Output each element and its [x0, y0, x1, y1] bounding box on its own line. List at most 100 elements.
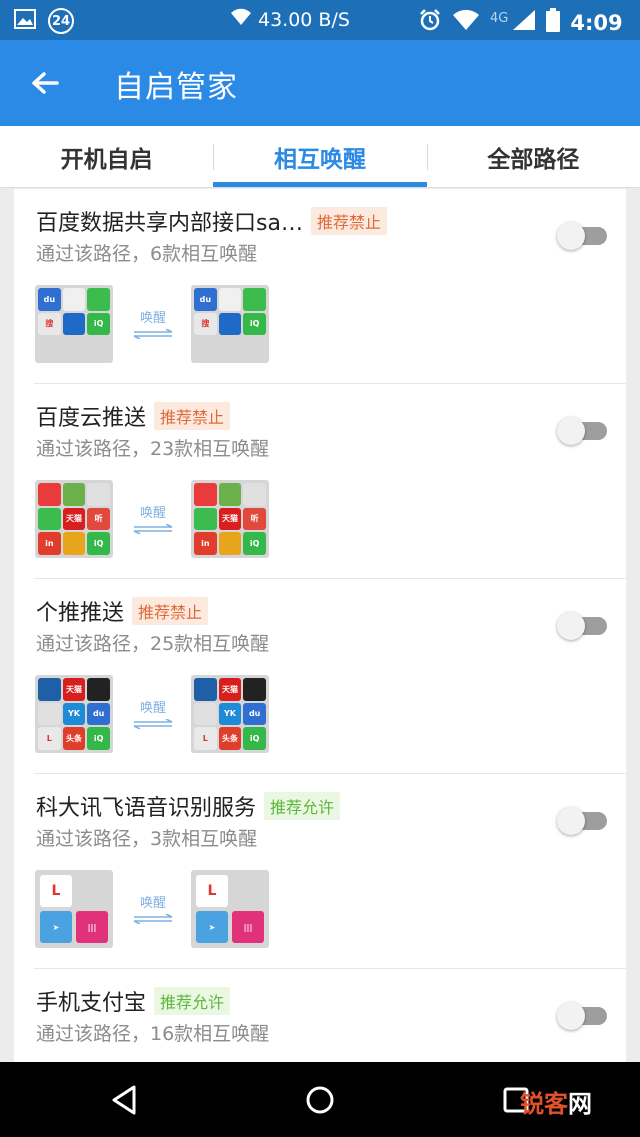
app-icon: YK [218, 702, 242, 726]
app-icon [38, 702, 61, 726]
recommend-badge: 推荐允许 [264, 792, 341, 820]
item-subtitle: 通过该路径，3款相互唤醒 [36, 828, 258, 850]
toggle-switch[interactable] [557, 222, 609, 250]
wakeup-path-list: 百度数据共享内部接口sa… 推荐禁止 通过该路径，6款相互唤醒 du 搜 iQ … [14, 189, 626, 1062]
app-icon [232, 875, 264, 907]
app-icon: du [87, 702, 110, 726]
arrow-left-icon [32, 72, 59, 94]
list-item: 百度云推送 推荐禁止 通过该路径，23款相互唤醒 天猫 听 in iQ 唤醒 天… [14, 384, 626, 579]
toggle-switch[interactable] [557, 807, 609, 835]
recommend-badge: 推荐允许 [154, 987, 231, 1015]
app-icon: in [38, 532, 61, 555]
back-button[interactable] [22, 60, 68, 106]
app-icon: ➤ [196, 911, 228, 943]
page-title: 自启管家 [114, 70, 238, 105]
triangle-back-icon [112, 1085, 136, 1115]
app-icon [87, 483, 110, 506]
app-icon: 搜 [194, 312, 217, 336]
item-subtitle: 通过该路径，6款相互唤醒 [36, 243, 258, 265]
app-icon [76, 875, 108, 907]
app-icon [243, 288, 266, 311]
network-type-label: 4G [490, 11, 509, 26]
list-item: 科大讯飞语音识别服务 推荐允许 通过该路径，3款相互唤醒 L ➤ ||| 唤醒 … [14, 774, 626, 969]
wifi-icon [452, 9, 480, 36]
battery-icon [546, 8, 561, 37]
app-icon: 听 [87, 507, 110, 531]
notification-count-badge: 24 [48, 8, 74, 34]
app-icon: 天猫 [218, 678, 242, 701]
app-icon: ➤ [40, 911, 72, 943]
tab-divider [213, 144, 214, 170]
app-icon-group: du 搜 iQ [35, 285, 113, 363]
app-icon [87, 678, 110, 701]
app-icon: L [194, 727, 217, 750]
app-icon [218, 288, 242, 311]
signal-icon [512, 9, 536, 36]
status-bar: 24 43.00 B/S 4G 4:09 [0, 0, 640, 40]
app-icon: 头条 [62, 727, 86, 750]
app-icon: 天猫 [62, 678, 86, 701]
app-icon-group: 天猫 听 in iQ [191, 480, 269, 558]
app-icon-group: L ➤ ||| [35, 870, 113, 948]
app-icon: du [38, 288, 61, 311]
app-icon: iQ [87, 727, 110, 750]
list-item: 个推推送 推荐禁止 通过该路径，25款相互唤醒 天猫 YK du L 头条 iQ… [14, 579, 626, 774]
app-icon: iQ [243, 532, 266, 555]
app-icon: YK [62, 702, 86, 726]
nav-home-button[interactable] [300, 1080, 340, 1120]
item-subtitle: 通过该路径，25款相互唤醒 [36, 633, 270, 655]
toggle-switch[interactable] [557, 417, 609, 445]
app-icon: iQ [87, 532, 110, 555]
app-icon: L [196, 875, 228, 907]
app-icon: L [38, 727, 61, 750]
app-icon: du [243, 702, 266, 726]
app-icon [62, 532, 86, 555]
tab-divider [427, 144, 428, 170]
app-icon: 听 [243, 507, 266, 531]
app-icon: L [40, 875, 72, 907]
app-icon [194, 507, 217, 531]
watermark-logo: 锐客网 [520, 1090, 592, 1118]
app-icon [62, 483, 86, 506]
app-icon-group: 天猫 YK du L 头条 iQ [35, 675, 113, 753]
app-icon [62, 312, 86, 336]
wake-label: 唤醒 [139, 896, 166, 911]
app-icon: 搜 [38, 312, 61, 336]
toggle-switch[interactable] [557, 612, 609, 640]
app-icon-group: du 搜 iQ [191, 285, 269, 363]
app-icon [218, 483, 242, 506]
wake-label: 唤醒 [139, 701, 166, 716]
bidirectional-arrow-icon [133, 719, 173, 729]
app-icon [243, 678, 266, 701]
app-icon: iQ [87, 312, 110, 336]
app-icon [243, 483, 266, 506]
wifi-small-icon [230, 8, 252, 31]
wake-label: 唤醒 [139, 311, 166, 326]
clock: 4:09 [570, 10, 623, 35]
app-icon [62, 288, 86, 311]
app-icon: iQ [243, 312, 266, 336]
app-icon: ||| [76, 911, 108, 943]
app-icon: 头条 [218, 727, 242, 750]
bidirectional-arrow-icon [133, 329, 173, 339]
tab-boot-autostart[interactable]: 开机自启 [0, 126, 213, 187]
app-icon: du [194, 288, 217, 311]
bidirectional-arrow-icon [133, 914, 173, 924]
app-icon: in [194, 532, 217, 555]
app-icon [194, 702, 217, 726]
list-item: 手机支付宝 推荐允许 通过该路径，16款相互唤醒 [14, 969, 626, 1062]
toggle-switch[interactable] [557, 1002, 609, 1030]
item-title: 手机支付宝 [36, 991, 147, 1016]
tab-mutual-wakeup[interactable]: 相互唤醒 [213, 126, 427, 187]
tab-all-paths[interactable]: 全部路径 [427, 126, 640, 187]
recommend-badge: 推荐禁止 [310, 207, 387, 235]
item-subtitle: 通过该路径，23款相互唤醒 [36, 438, 270, 460]
app-icon [218, 312, 242, 336]
item-title: 个推推送 [36, 601, 125, 626]
nav-back-button[interactable] [104, 1080, 144, 1120]
item-title: 百度云推送 [36, 406, 147, 431]
item-subtitle: 通过该路径，16款相互唤醒 [36, 1023, 270, 1045]
app-icon-group: 天猫 听 in iQ [35, 480, 113, 558]
tab-bar: 开机自启 相互唤醒 全部路径 [0, 126, 640, 188]
item-title: 百度数据共享内部接口sa… [36, 211, 303, 236]
